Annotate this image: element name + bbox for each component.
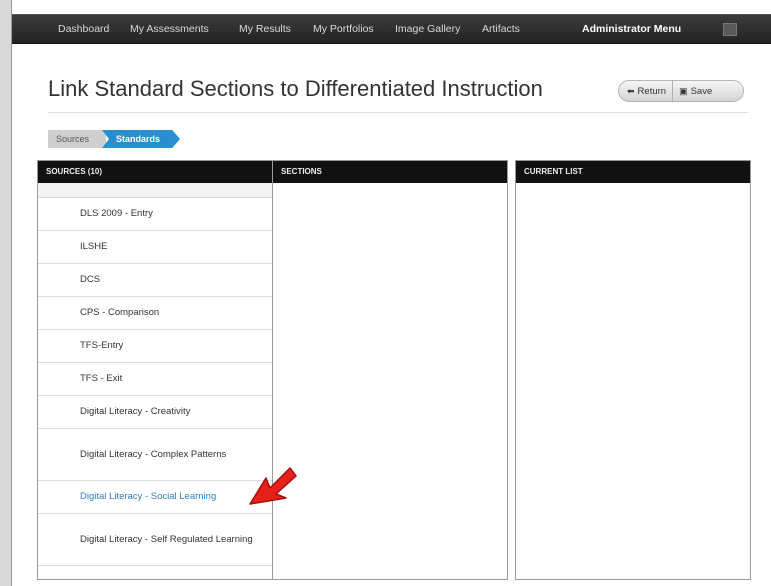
action-button-group: ⬅ Return ▣ Save (618, 80, 744, 102)
nav-my-results[interactable]: My Results (239, 15, 291, 43)
sources-header: SOURCES (10) (38, 161, 274, 183)
page-title: Link Standard Sections to Differentiated… (48, 76, 543, 101)
current-list-header: CURRENT LIST (516, 161, 750, 183)
top-navbar: Dashboard My Assessments My Results My P… (12, 14, 771, 44)
source-item-ilshe[interactable]: ILSHE (38, 231, 274, 264)
nav-administrator-menu[interactable]: Administrator Menu (582, 15, 681, 43)
arrow-left-icon: ⬅ (627, 85, 635, 96)
breadcrumb-standards[interactable]: Standards (102, 130, 180, 148)
source-item-tfs-entry[interactable]: TFS-Entry (38, 330, 274, 363)
source-item-dl-self-regulated-learning[interactable]: Digital Literacy - Self Regulated Learni… (38, 514, 274, 566)
source-item-dl-creativity[interactable]: Digital Literacy - Creativity (38, 396, 274, 429)
nav-my-portfolios[interactable]: My Portfolios (313, 15, 374, 43)
save-label: Save (690, 85, 713, 97)
nav-image-gallery[interactable]: Image Gallery (395, 15, 460, 43)
sources-list: DLS 2009 - Entry ILSHE DCS CPS - Compari… (38, 183, 274, 566)
sections-header: SECTIONS (273, 161, 507, 183)
source-item-dl-complex-patterns[interactable]: Digital Literacy - Complex Patterns (38, 429, 274, 481)
nav-dashboard[interactable]: Dashboard (58, 15, 109, 43)
breadcrumb-sources[interactable]: Sources (48, 130, 106, 148)
list-spacer (38, 183, 274, 198)
save-button[interactable]: ▣ Save (673, 81, 718, 101)
sections-panel: SECTIONS (272, 160, 508, 580)
nav-my-assessments[interactable]: My Assessments (130, 15, 209, 43)
source-item-tfs-exit[interactable]: TFS - Exit (38, 363, 274, 396)
sources-panel: SOURCES (10) DLS 2009 - Entry ILSHE DCS … (37, 160, 275, 580)
source-item-cps-comparison[interactable]: CPS - Comparison (38, 297, 274, 330)
title-divider (48, 112, 748, 113)
red-pointer-arrow-icon (249, 467, 297, 505)
return-button[interactable]: ⬅ Return (619, 81, 674, 101)
return-label: Return (637, 85, 667, 97)
source-item-dls-2009-entry[interactable]: DLS 2009 - Entry (38, 198, 274, 231)
source-item-dl-social-learning[interactable]: Digital Literacy - Social Learning (38, 481, 274, 514)
current-list-panel: CURRENT LIST (515, 160, 751, 580)
source-item-dcs[interactable]: DCS (38, 264, 274, 297)
floppy-disk-icon: ▣ (679, 85, 688, 96)
nav-artifacts[interactable]: Artifacts (482, 15, 520, 43)
menu-toggle-icon[interactable] (723, 23, 737, 36)
